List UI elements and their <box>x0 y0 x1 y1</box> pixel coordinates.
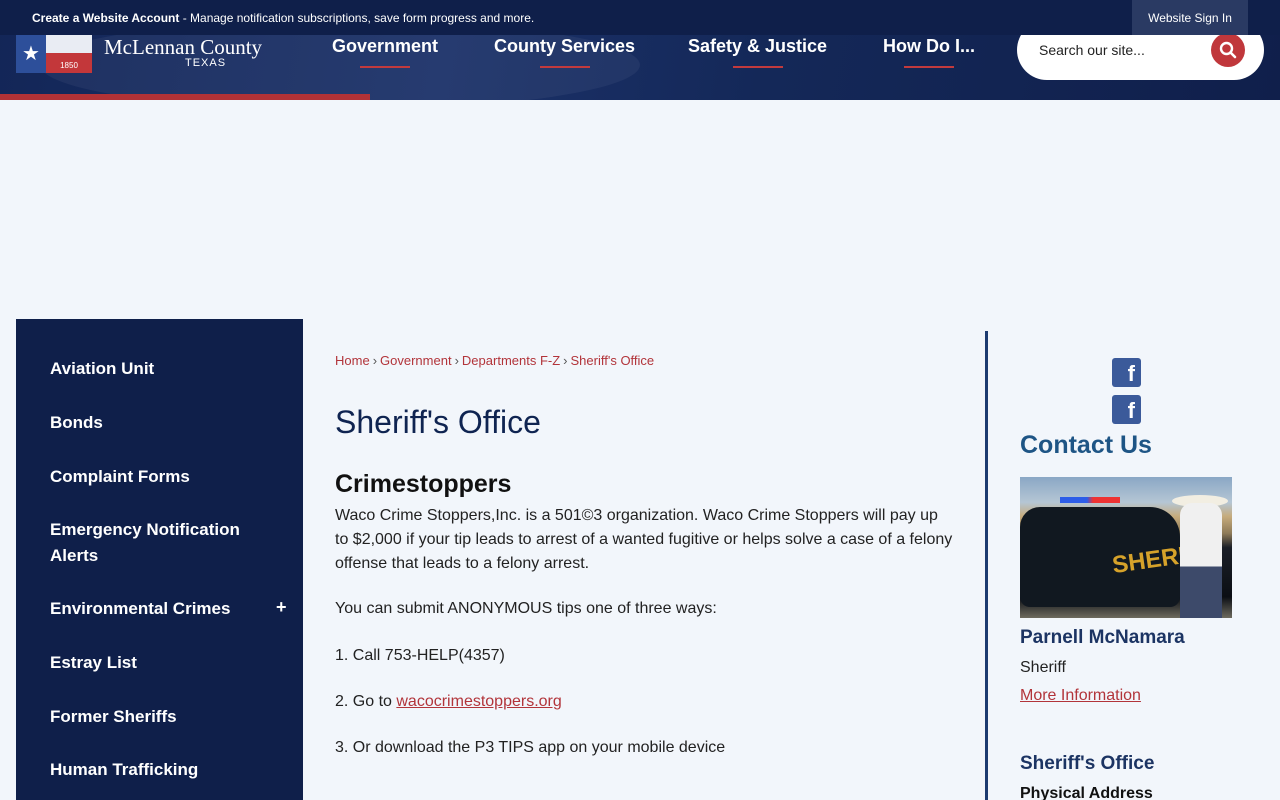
sidebar-item-environmental-crimes[interactable]: Environmental Crimes <box>50 596 270 622</box>
contact-name: Parnell McNamara <box>1020 627 1185 648</box>
nav-county-services[interactable]: County Services <box>494 36 635 72</box>
search-input[interactable] <box>1039 38 1209 62</box>
nav-safety-justice[interactable]: Safety & Justice <box>688 36 827 72</box>
header-red-stripe <box>0 94 370 100</box>
logo-name: McLennan County <box>104 35 263 59</box>
contact-role: Sheriff <box>1020 659 1066 676</box>
breadcrumb-home[interactable]: Home <box>335 353 370 368</box>
texas-flag-logo: ★ 1850 <box>16 33 92 73</box>
way-website-prefix: 2. Go to <box>335 693 397 710</box>
sidebar-item-emergency-notification-alerts[interactable]: Emergency Notification Alerts <box>50 517 270 569</box>
breadcrumb-departments[interactable]: Departments F-Z <box>462 353 560 368</box>
sheriff-photo: SHERIFF <box>1020 477 1232 618</box>
facebook-icon[interactable]: f <box>1112 358 1141 387</box>
way-website: 2. Go to wacocrimestoppers.org <box>335 690 955 714</box>
search-button[interactable] <box>1211 33 1245 67</box>
nav-government[interactable]: Government <box>332 36 438 72</box>
site-logo[interactable]: ★ 1850 McLennan County TEXAS <box>16 33 262 73</box>
ways-intro: You can submit ANONYMOUS tips one of thr… <box>335 600 717 617</box>
nav-how-do-i[interactable]: How Do I... <box>883 36 975 72</box>
breadcrumb: Home › Government › Departments F-Z › Sheriff'… <box>335 353 655 368</box>
account-notice: Create a Website Account - Manage notifi… <box>32 11 534 25</box>
crimestoppers-link[interactable]: wacocrimestoppers.org <box>396 693 561 710</box>
page-title: Sheriff's Office <box>335 404 541 440</box>
expand-icon[interactable]: + <box>276 597 287 618</box>
breadcrumb-government[interactable]: Government <box>380 353 452 368</box>
crimestoppers-paragraph: Waco Crime Stoppers,Inc. is a 501©3 orga… <box>335 507 953 572</box>
flag-year: 1850 <box>46 53 92 73</box>
way-call: 1. Call 753-HELP(4357) <box>335 647 505 664</box>
way-app: 3. Or download the P3 TIPS app on your m… <box>335 739 726 756</box>
sign-in-button[interactable]: Website Sign In <box>1132 0 1248 35</box>
create-account-link[interactable]: Create a Website Account <box>32 11 179 25</box>
star-icon: ★ <box>16 33 46 73</box>
search-icon <box>1219 41 1237 59</box>
notice-text: - Manage notification subscriptions, sav… <box>179 11 535 25</box>
sidebar-item-aviation-unit[interactable]: Aviation Unit <box>50 356 270 382</box>
office-heading: Sheriff's Office <box>1020 753 1155 774</box>
sidebar-item-former-sheriffs[interactable]: Former Sheriffs <box>50 704 270 730</box>
section-heading: Crimestoppers <box>335 470 512 498</box>
sidebar-item-estray-list[interactable]: Estray List <box>50 650 270 676</box>
more-information-link[interactable]: More Information <box>1020 687 1141 705</box>
breadcrumb-sheriffs-office[interactable]: Sheriff's Office <box>571 353 655 368</box>
sidebar-item-complaint-forms[interactable]: Complaint Forms <box>50 464 270 490</box>
facebook-icon[interactable]: f <box>1112 395 1141 424</box>
content-divider <box>985 331 988 800</box>
contact-heading: Contact Us <box>1020 431 1152 459</box>
sidebar-item-bonds[interactable]: Bonds <box>50 410 270 436</box>
sidebar-item-human-trafficking[interactable]: Human Trafficking <box>50 757 270 783</box>
sidebar-nav: Aviation Unit Bonds Complaint Forms Emer… <box>16 319 303 800</box>
physical-address-heading: Physical Address <box>1020 785 1153 800</box>
account-notice-bar: Create a Website Account - Manage notifi… <box>0 0 1280 35</box>
